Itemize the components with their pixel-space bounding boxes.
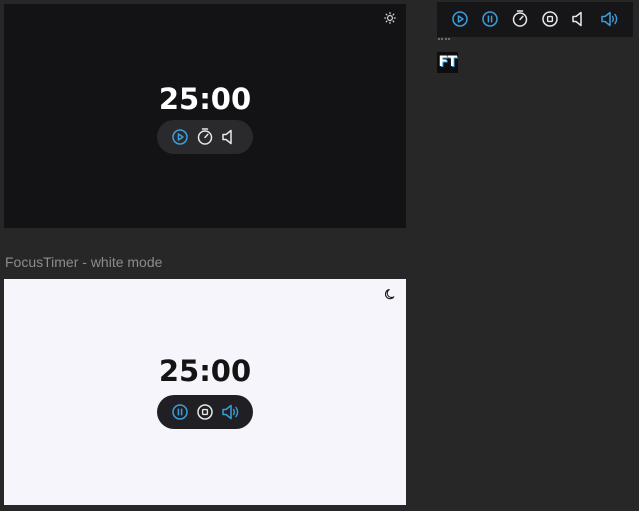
icon-sheet [437, 2, 633, 37]
app-logo: FT [437, 52, 458, 73]
preview-caption: FocusTimer - white mode [5, 254, 163, 270]
stopwatch-icon[interactable] [197, 128, 213, 145]
app-logo-text: FT [438, 54, 457, 70]
volume-muted-icon[interactable] [571, 11, 585, 27]
pause-icon[interactable] [482, 11, 498, 27]
stopwatch-icon[interactable] [512, 10, 528, 27]
moon-icon[interactable] [385, 288, 397, 300]
white-mode-preview: 25:00 [4, 279, 406, 505]
play-icon[interactable] [452, 11, 468, 27]
dark-mode-preview: 25:00 [4, 4, 406, 228]
timer-controls [157, 395, 253, 429]
sun-icon[interactable] [384, 12, 396, 24]
stop-icon[interactable] [197, 404, 213, 420]
play-icon[interactable] [172, 129, 188, 145]
volume-on-icon[interactable] [600, 11, 620, 27]
timer-display: 25:00 [158, 354, 252, 388]
timer-display: 25:00 [158, 82, 252, 116]
stop-icon[interactable] [542, 11, 558, 27]
timer-controls [157, 120, 253, 154]
volume-muted-icon[interactable] [221, 129, 235, 145]
separator-dots [438, 38, 450, 40]
pause-icon[interactable] [172, 404, 188, 420]
volume-on-icon[interactable] [221, 404, 241, 420]
